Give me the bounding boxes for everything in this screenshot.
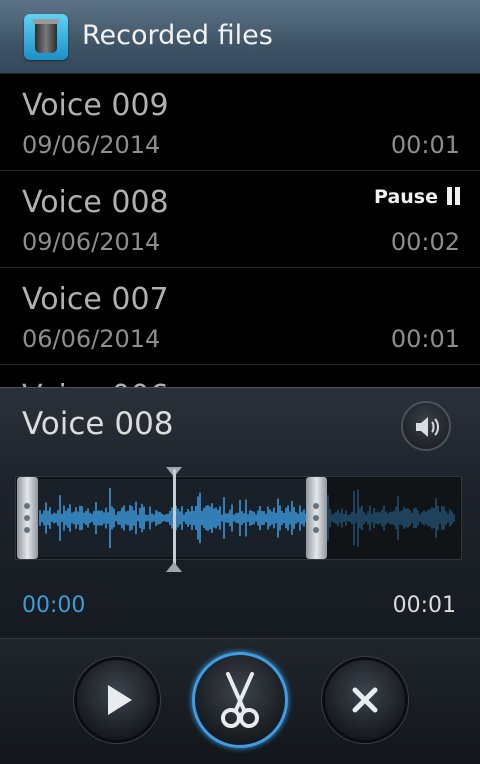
volume-button[interactable] <box>401 401 451 451</box>
pause-label: Pause <box>374 186 438 208</box>
cancel-button[interactable] <box>322 657 408 743</box>
close-icon <box>352 687 378 713</box>
recording-duration: 00:01 <box>390 131 460 159</box>
pause-indicator: Pause <box>374 186 460 210</box>
recording-duration: 00:01 <box>390 325 460 353</box>
playhead-marker-bottom <box>166 562 182 572</box>
title-bar: Recorded files <box>0 0 480 74</box>
recording-duration: 00:02 <box>390 228 460 256</box>
list-item[interactable]: Voice 008 Pause 09/06/2014 00:02 <box>0 171 480 268</box>
recordings-list: Voice 009 09/06/2014 00:01 Voice 008 Pau… <box>0 74 480 387</box>
list-item[interactable]: Voice 009 09/06/2014 00:01 <box>0 74 480 171</box>
playhead[interactable] <box>173 469 176 567</box>
trim-button[interactable] <box>192 652 288 748</box>
play-button[interactable] <box>74 657 160 743</box>
trim-start-handle[interactable] <box>17 477 38 559</box>
recording-name: Voice 007 <box>22 282 169 317</box>
playback-controls <box>0 638 480 764</box>
voice-recorder-icon[interactable] <box>24 14 68 60</box>
trim-player-panel: Voice 008 00:00 00:01 <box>0 387 480 639</box>
trim-end-handle[interactable] <box>306 477 327 559</box>
scissors-icon <box>221 672 259 728</box>
recording-date: 09/06/2014 <box>22 228 161 256</box>
waveform <box>39 487 455 549</box>
end-time: 00:01 <box>392 593 456 618</box>
player-title: Voice 008 <box>22 406 174 442</box>
recording-date: 09/06/2014 <box>22 131 161 159</box>
pause-icon <box>444 187 460 210</box>
recording-name: Voice 008 <box>22 185 169 220</box>
recording-name: Voice 009 <box>22 88 169 123</box>
current-time: 00:00 <box>22 593 86 618</box>
speaker-icon <box>416 417 439 437</box>
recording-date: 06/06/2014 <box>22 325 161 353</box>
recording-name: Voice 006 <box>22 379 169 387</box>
waveform-editor[interactable] <box>15 467 462 572</box>
page-title: Recorded files <box>82 20 273 51</box>
list-item[interactable]: Voice 006 <box>0 365 480 387</box>
play-icon <box>108 685 132 715</box>
list-item[interactable]: Voice 007 06/06/2014 00:01 <box>0 268 480 365</box>
